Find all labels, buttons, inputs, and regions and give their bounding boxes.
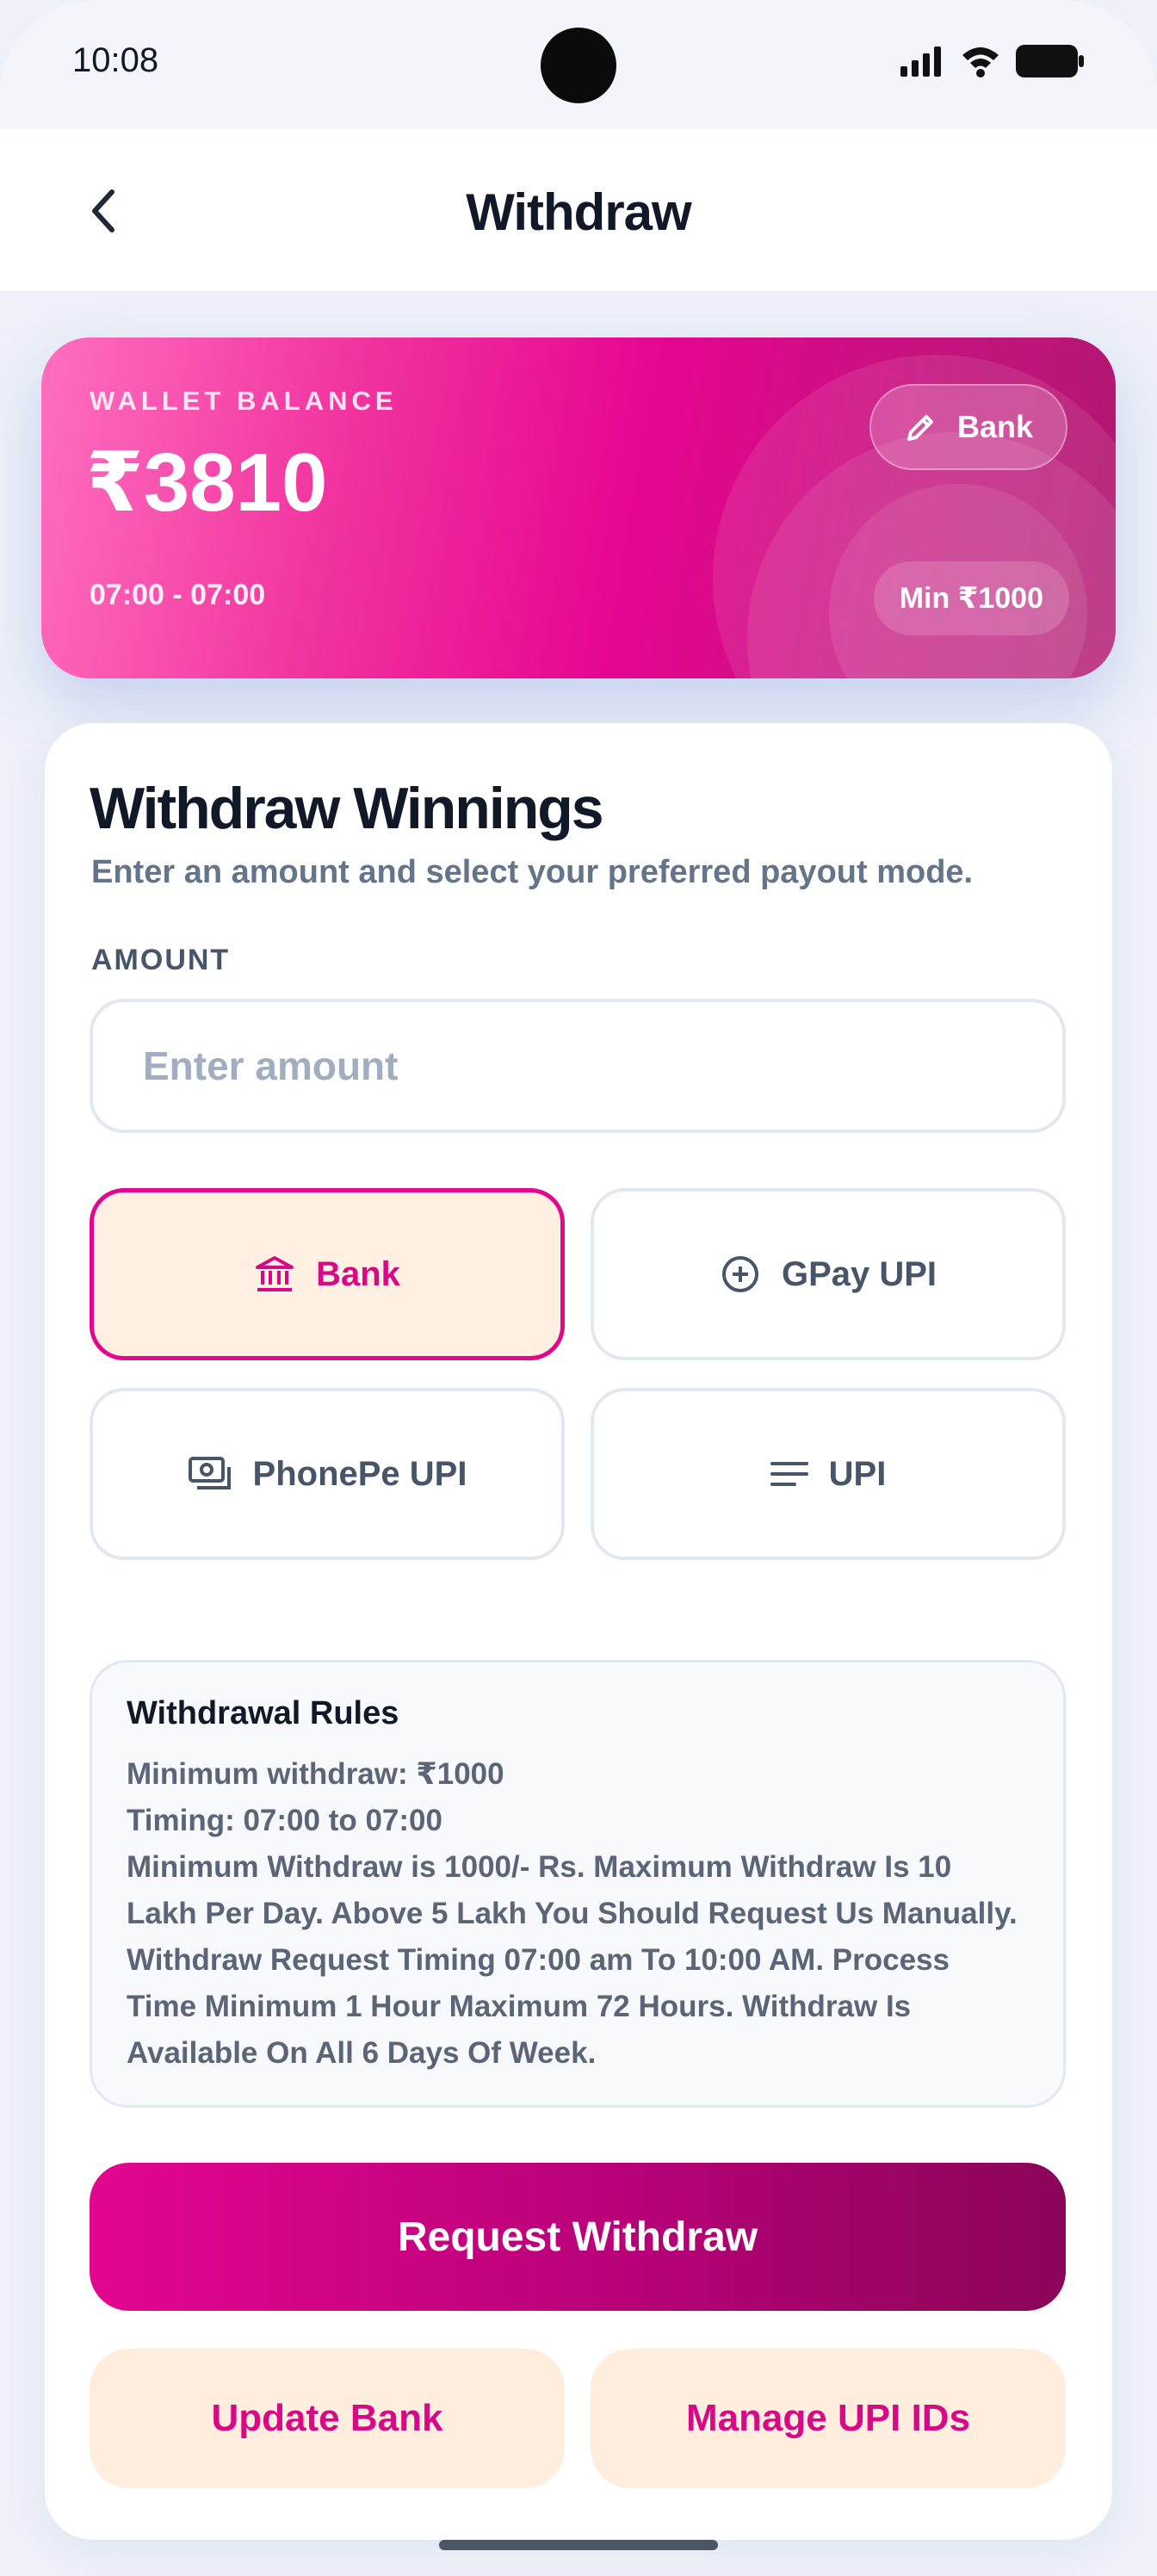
mode-bank[interactable]: Bank bbox=[90, 1188, 565, 1360]
edit-bank-button[interactable]: Bank bbox=[869, 384, 1067, 470]
status-time: 10:08 bbox=[72, 41, 159, 79]
rules-line: Timing: 07:00 to 07:00 bbox=[127, 1804, 442, 1837]
wallet-balance-card: WALLET BALANCE ₹3810 07:00 - 07:00 Bank … bbox=[41, 337, 1116, 678]
withdraw-timing: 07:00 - 07:00 bbox=[90, 579, 266, 611]
wifi-icon bbox=[961, 45, 1000, 82]
rules-line: Minimum withdraw: ₹1000 bbox=[127, 1757, 504, 1791]
withdraw-form-card: Withdraw Winnings Enter an amount and se… bbox=[45, 723, 1112, 2540]
rules-line: Lakh Per Day. Above 5 Lakh You Should Re… bbox=[127, 1897, 1018, 1930]
rules-line: Available On All 6 Days Of Week. bbox=[127, 2036, 597, 2070]
mode-upi[interactable]: UPI bbox=[591, 1388, 1066, 1560]
amount-label: AMOUNT bbox=[91, 944, 231, 976]
rules-line: Withdraw Request Timing 07:00 am To 10:0… bbox=[127, 1943, 950, 1977]
mode-gpay-label: GPay UPI bbox=[781, 1254, 937, 1293]
camera-cutout bbox=[541, 28, 616, 103]
section-title: Withdraw Winnings bbox=[90, 776, 604, 841]
mode-upi-label: UPI bbox=[828, 1454, 887, 1493]
update-bank-button[interactable]: Update Bank bbox=[90, 2349, 565, 2488]
status-bar: 10:08 bbox=[0, 0, 1157, 129]
lines-icon bbox=[770, 1462, 808, 1486]
mode-bank-label: Bank bbox=[316, 1254, 400, 1293]
rules-line: Minimum Withdraw is 1000/- Rs. Maximum W… bbox=[127, 1850, 952, 1884]
top-app-bar: Withdraw bbox=[0, 129, 1157, 293]
mode-gpay-upi[interactable]: GPay UPI bbox=[591, 1188, 1066, 1360]
wallet-balance-label: WALLET BALANCE bbox=[90, 386, 398, 416]
amount-input[interactable] bbox=[90, 999, 1066, 1133]
min-withdraw-badge: Min ₹1000 bbox=[873, 561, 1069, 635]
edit-bank-label: Bank bbox=[956, 409, 1033, 444]
system-icons bbox=[900, 45, 1085, 82]
rules-line: Time Minimum 1 Hour Maximum 72 Hours. Wi… bbox=[127, 1990, 912, 2023]
pencil-icon bbox=[906, 415, 933, 441]
request-withdraw-button[interactable]: Request Withdraw bbox=[90, 2163, 1066, 2311]
mode-phonepe-upi[interactable]: PhonePe UPI bbox=[90, 1388, 565, 1560]
battery-icon bbox=[1016, 45, 1085, 82]
manage-upi-ids-button[interactable]: Manage UPI IDs bbox=[591, 2349, 1066, 2488]
wallet-balance-amount: ₹3810 bbox=[86, 437, 328, 529]
bank-icon bbox=[256, 1256, 294, 1291]
signal-icon bbox=[900, 46, 945, 81]
mode-phonepe-label: PhonePe UPI bbox=[252, 1454, 467, 1493]
page-title: Withdraw bbox=[466, 183, 691, 241]
home-indicator[interactable] bbox=[439, 2540, 718, 2550]
phone-screen: 10:08 Withdraw WALLET BALANCE ₹3810 07:0… bbox=[0, 0, 1157, 2576]
plus-circle-icon bbox=[721, 1256, 758, 1292]
rules-title: Withdrawal Rules bbox=[127, 1695, 399, 1731]
cash-icon bbox=[188, 1457, 231, 1489]
withdrawal-rules-box: Withdrawal Rules Minimum withdraw: ₹1000… bbox=[90, 1660, 1066, 2108]
section-subtitle: Enter an amount and select your preferre… bbox=[91, 854, 974, 890]
